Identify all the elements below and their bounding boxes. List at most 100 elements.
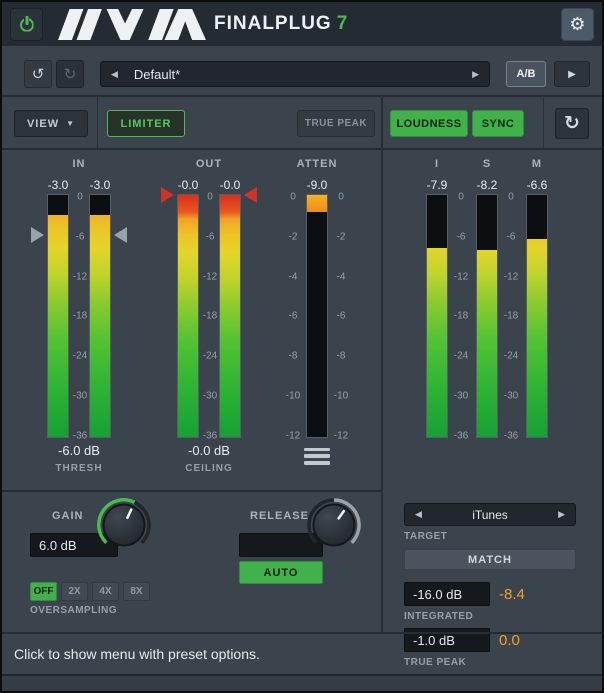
settings-button[interactable]: ⚙ — [561, 8, 594, 41]
short-term-meter — [477, 195, 497, 437]
wave-arts-logo — [58, 9, 206, 40]
scale-tick: -24 — [68, 350, 92, 361]
title-bar: FINALPLUG7 ⚙ — [2, 2, 602, 46]
tab-true-peak[interactable]: TRUE PEAK — [297, 110, 375, 137]
status-message: Click to show menu with preset options. — [14, 646, 260, 662]
ab-compare-button[interactable]: A/B — [506, 61, 546, 87]
status-bar: Click to show menu with preset options. — [2, 632, 602, 674]
release-knob[interactable] — [307, 498, 361, 552]
meter-unlit — [427, 195, 447, 248]
meter-area: IN -3.0 -3.0 0 -6 -12 -18 -24 -30 -36 — [2, 150, 381, 490]
match-button[interactable]: MATCH — [404, 549, 576, 570]
prev-preset-icon[interactable]: ◀ — [111, 69, 118, 80]
meter-unlit — [477, 195, 497, 250]
view-label: VIEW — [27, 118, 59, 130]
view-dropdown[interactable]: VIEW ▼ — [14, 110, 88, 137]
thresh-handle-left[interactable] — [31, 227, 44, 243]
scale-tick: -8 — [331, 350, 351, 361]
atten-scale-right: 0 -2 -4 -6 -8 -10 -12 — [331, 195, 351, 437]
toolbar-divider — [543, 97, 544, 148]
sync-button[interactable]: SYNC — [472, 110, 524, 137]
scale-tick: -6 — [68, 232, 92, 243]
scale-tick: -36 — [499, 430, 523, 441]
scale-tick: -30 — [68, 390, 92, 401]
scale-tick: -2 — [331, 232, 351, 243]
loudness-meter-area: I S M -7.9 -8.2 -6.6 0 -6 -12 -18 -24 -3… — [383, 150, 602, 632]
scale-tick: -18 — [449, 311, 473, 322]
scale-tick: -30 — [449, 390, 473, 401]
target-selector[interactable]: ◀ iTunes ▶ — [404, 503, 576, 526]
scale-tick: -18 — [198, 311, 222, 322]
oversampling-4x-button[interactable]: 4X — [92, 582, 119, 601]
release-label: RELEASE — [250, 510, 309, 522]
title-text: FINALPLUG — [214, 13, 332, 34]
thresh-handle-right[interactable] — [114, 227, 127, 243]
ceiling-label: CEILING — [159, 463, 259, 474]
control-area: GAIN 6.0 dB RELEASE — [2, 490, 381, 632]
momentary-meter — [527, 195, 547, 437]
momentary-value: -6.6 — [517, 178, 557, 192]
scale-tick: -6 — [283, 311, 303, 322]
atten-label: ATTEN — [287, 158, 347, 170]
meter-menu-button[interactable] — [303, 444, 331, 468]
out-meter-scale: 0 -6 -12 -18 -24 -30 -36 — [198, 195, 222, 437]
gain-knob[interactable] — [97, 498, 151, 552]
in-meter-scale: 0 -6 -12 -18 -24 -30 -36 — [68, 195, 92, 437]
tab-limiter[interactable]: LIMITER — [107, 110, 185, 137]
scale-tick: -36 — [68, 430, 92, 441]
oversampling-off-button[interactable]: OFF — [30, 582, 57, 601]
integrated-value: -7.9 — [417, 178, 457, 192]
limiter-toolbar: VIEW ▼ LIMITER TRUE PEAK — [2, 97, 381, 150]
atten-fill — [307, 195, 327, 212]
finalplug-window: FINALPLUG7 ⚙ ↺ ↻ ◀ Default* ▶ A/B ▶ VIEW… — [0, 0, 604, 693]
oversampling-2x-button[interactable]: 2X — [61, 582, 88, 601]
integrated-meter-readout: -8.4 — [499, 586, 525, 603]
scale-tick: -6 — [449, 232, 473, 243]
in-value-left: -3.0 — [38, 178, 78, 192]
in-meter-left — [48, 195, 68, 437]
scale-tick: -30 — [499, 390, 523, 401]
scale-tick: -4 — [283, 272, 303, 283]
prev-target-icon[interactable]: ◀ — [415, 509, 422, 520]
scale-tick: -12 — [499, 272, 523, 283]
refresh-icon: ↻ — [564, 112, 580, 135]
meter-unlit — [90, 195, 110, 215]
undo-icon: ↺ — [32, 65, 45, 83]
oversampling-8x-button[interactable]: 8X — [123, 582, 150, 601]
auto-release-button[interactable]: AUTO — [239, 561, 323, 584]
integrated-meter-label: I — [417, 158, 457, 170]
target-name: iTunes — [422, 508, 558, 522]
next-button[interactable]: ▶ — [554, 61, 590, 87]
next-target-icon[interactable]: ▶ — [558, 509, 565, 520]
redo-button[interactable]: ↻ — [56, 60, 84, 88]
ism-scale-right: 0 -6 -12 -18 -24 -30 -36 — [499, 195, 523, 437]
scale-tick: -18 — [68, 311, 92, 322]
scale-tick: -12 — [68, 272, 92, 283]
scale-tick: -12 — [331, 430, 351, 441]
scale-tick: -12 — [198, 272, 222, 283]
scale-tick: -30 — [198, 390, 222, 401]
ceiling-handle-left[interactable] — [161, 187, 174, 203]
tab-loudness[interactable]: LOUDNESS — [390, 110, 468, 137]
in-meter-right — [90, 195, 110, 437]
scale-tick: -12 — [283, 430, 303, 441]
gain-label: GAIN — [52, 510, 84, 522]
refresh-button[interactable]: ↻ — [555, 108, 589, 139]
short-term-meter-label: S — [467, 158, 507, 170]
scale-tick: -36 — [198, 430, 222, 441]
scale-tick: -4 — [331, 272, 351, 283]
scale-tick: -24 — [499, 350, 523, 361]
power-button[interactable] — [10, 8, 43, 41]
ceiling-handle-right[interactable] — [244, 187, 257, 203]
scale-tick: -8 — [283, 350, 303, 361]
ism-scale-left: 0 -6 -12 -18 -24 -30 -36 — [449, 195, 473, 437]
ceiling-value: -0.0 dB — [159, 443, 259, 458]
next-preset-icon[interactable]: ▶ — [472, 69, 479, 80]
loudness-panel: LOUDNESS SYNC ↻ I S M -7.9 -8.2 -6.6 0 -… — [383, 97, 602, 632]
preset-selector[interactable]: ◀ Default* ▶ — [100, 61, 490, 87]
preset-bar: ↺ ↻ ◀ Default* ▶ A/B ▶ — [2, 46, 602, 97]
out-meter-left — [178, 195, 198, 437]
undo-button[interactable]: ↺ — [24, 60, 52, 88]
integrated-target-field[interactable]: -16.0 dB — [404, 582, 490, 606]
oversampling-selector: OFF 2X 4X 8X — [30, 582, 150, 601]
